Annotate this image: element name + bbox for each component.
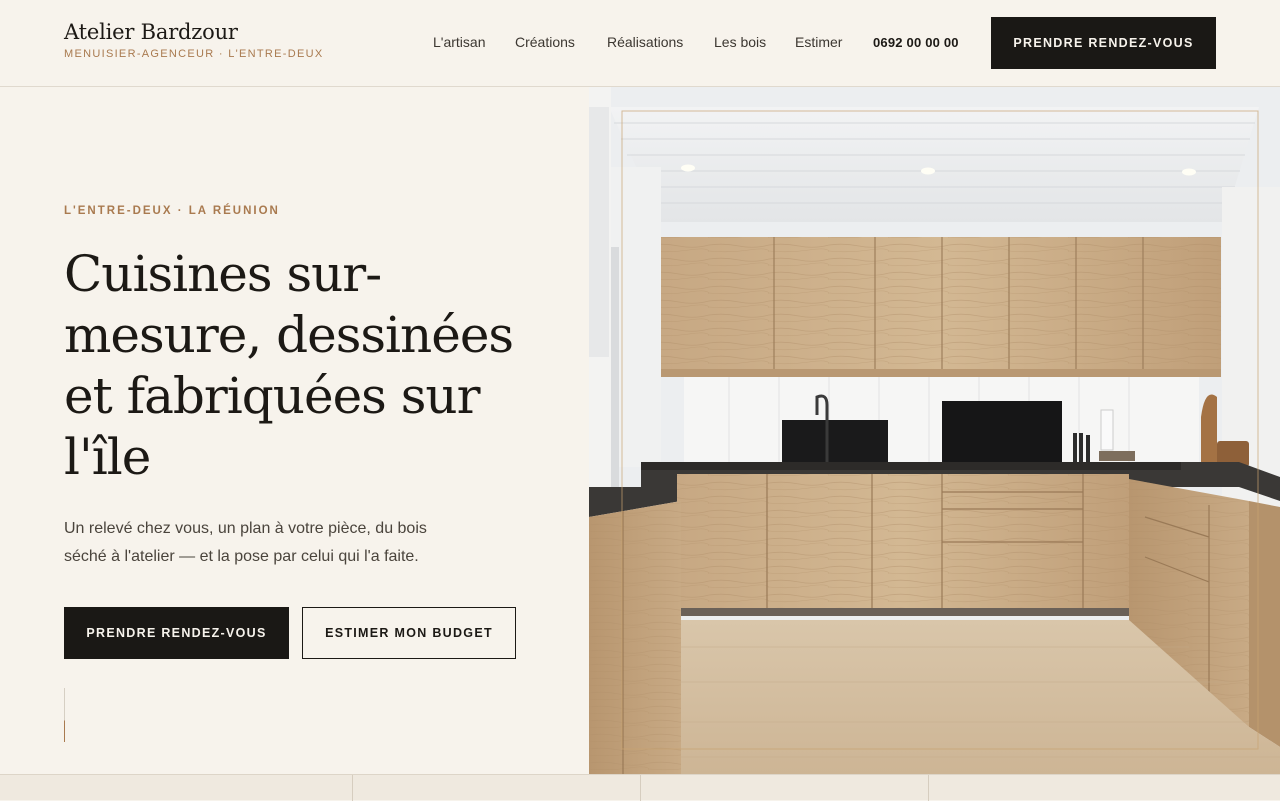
feature-cell — [928, 775, 1280, 801]
feature-cell — [352, 775, 640, 801]
appointment-button[interactable]: PRENDRE RENDEZ-VOUS — [64, 607, 289, 659]
hero-lead: Un relevé chez vous, un plan à votre piè… — [64, 520, 427, 565]
nav-link-realisations[interactable]: Réalisations — [607, 34, 683, 50]
scroll-indicator — [64, 688, 65, 742]
hero-eyebrow: L'ENTRE-DEUX · LA RÉUNION — [64, 205, 280, 217]
feature-strip — [0, 774, 1280, 801]
nav-link-artisan[interactable]: L'artisan — [433, 34, 485, 50]
brand[interactable]: Atelier Bardzour MENUISIER-AGENCEUR · L'… — [64, 20, 324, 60]
nav-link-les-bois[interactable]: Les bois — [714, 34, 766, 50]
nav-link-estimer[interactable]: Estimer — [795, 34, 842, 50]
brand-name[interactable]: Atelier Bardzour — [64, 20, 324, 44]
brand-tagline: MENUISIER-AGENCEUR · L'ENTRE-DEUX — [64, 48, 324, 60]
hero-kitchen-image — [589, 87, 1280, 774]
feature-cell — [640, 775, 928, 801]
site-header: Atelier Bardzour MENUISIER-AGENCEUR · L'… — [0, 0, 1280, 87]
nav-link-creations[interactable]: Créations — [515, 34, 575, 50]
phone-link[interactable]: 0692 00 00 00 — [873, 35, 959, 50]
estimate-budget-button[interactable]: ESTIMER MON BUDGET — [302, 607, 516, 659]
hero-title: Cuisines sur-mesure, dessinées et fabriq… — [64, 245, 514, 486]
header-appointment-button[interactable]: PRENDRE RENDEZ-VOUS — [991, 17, 1216, 69]
